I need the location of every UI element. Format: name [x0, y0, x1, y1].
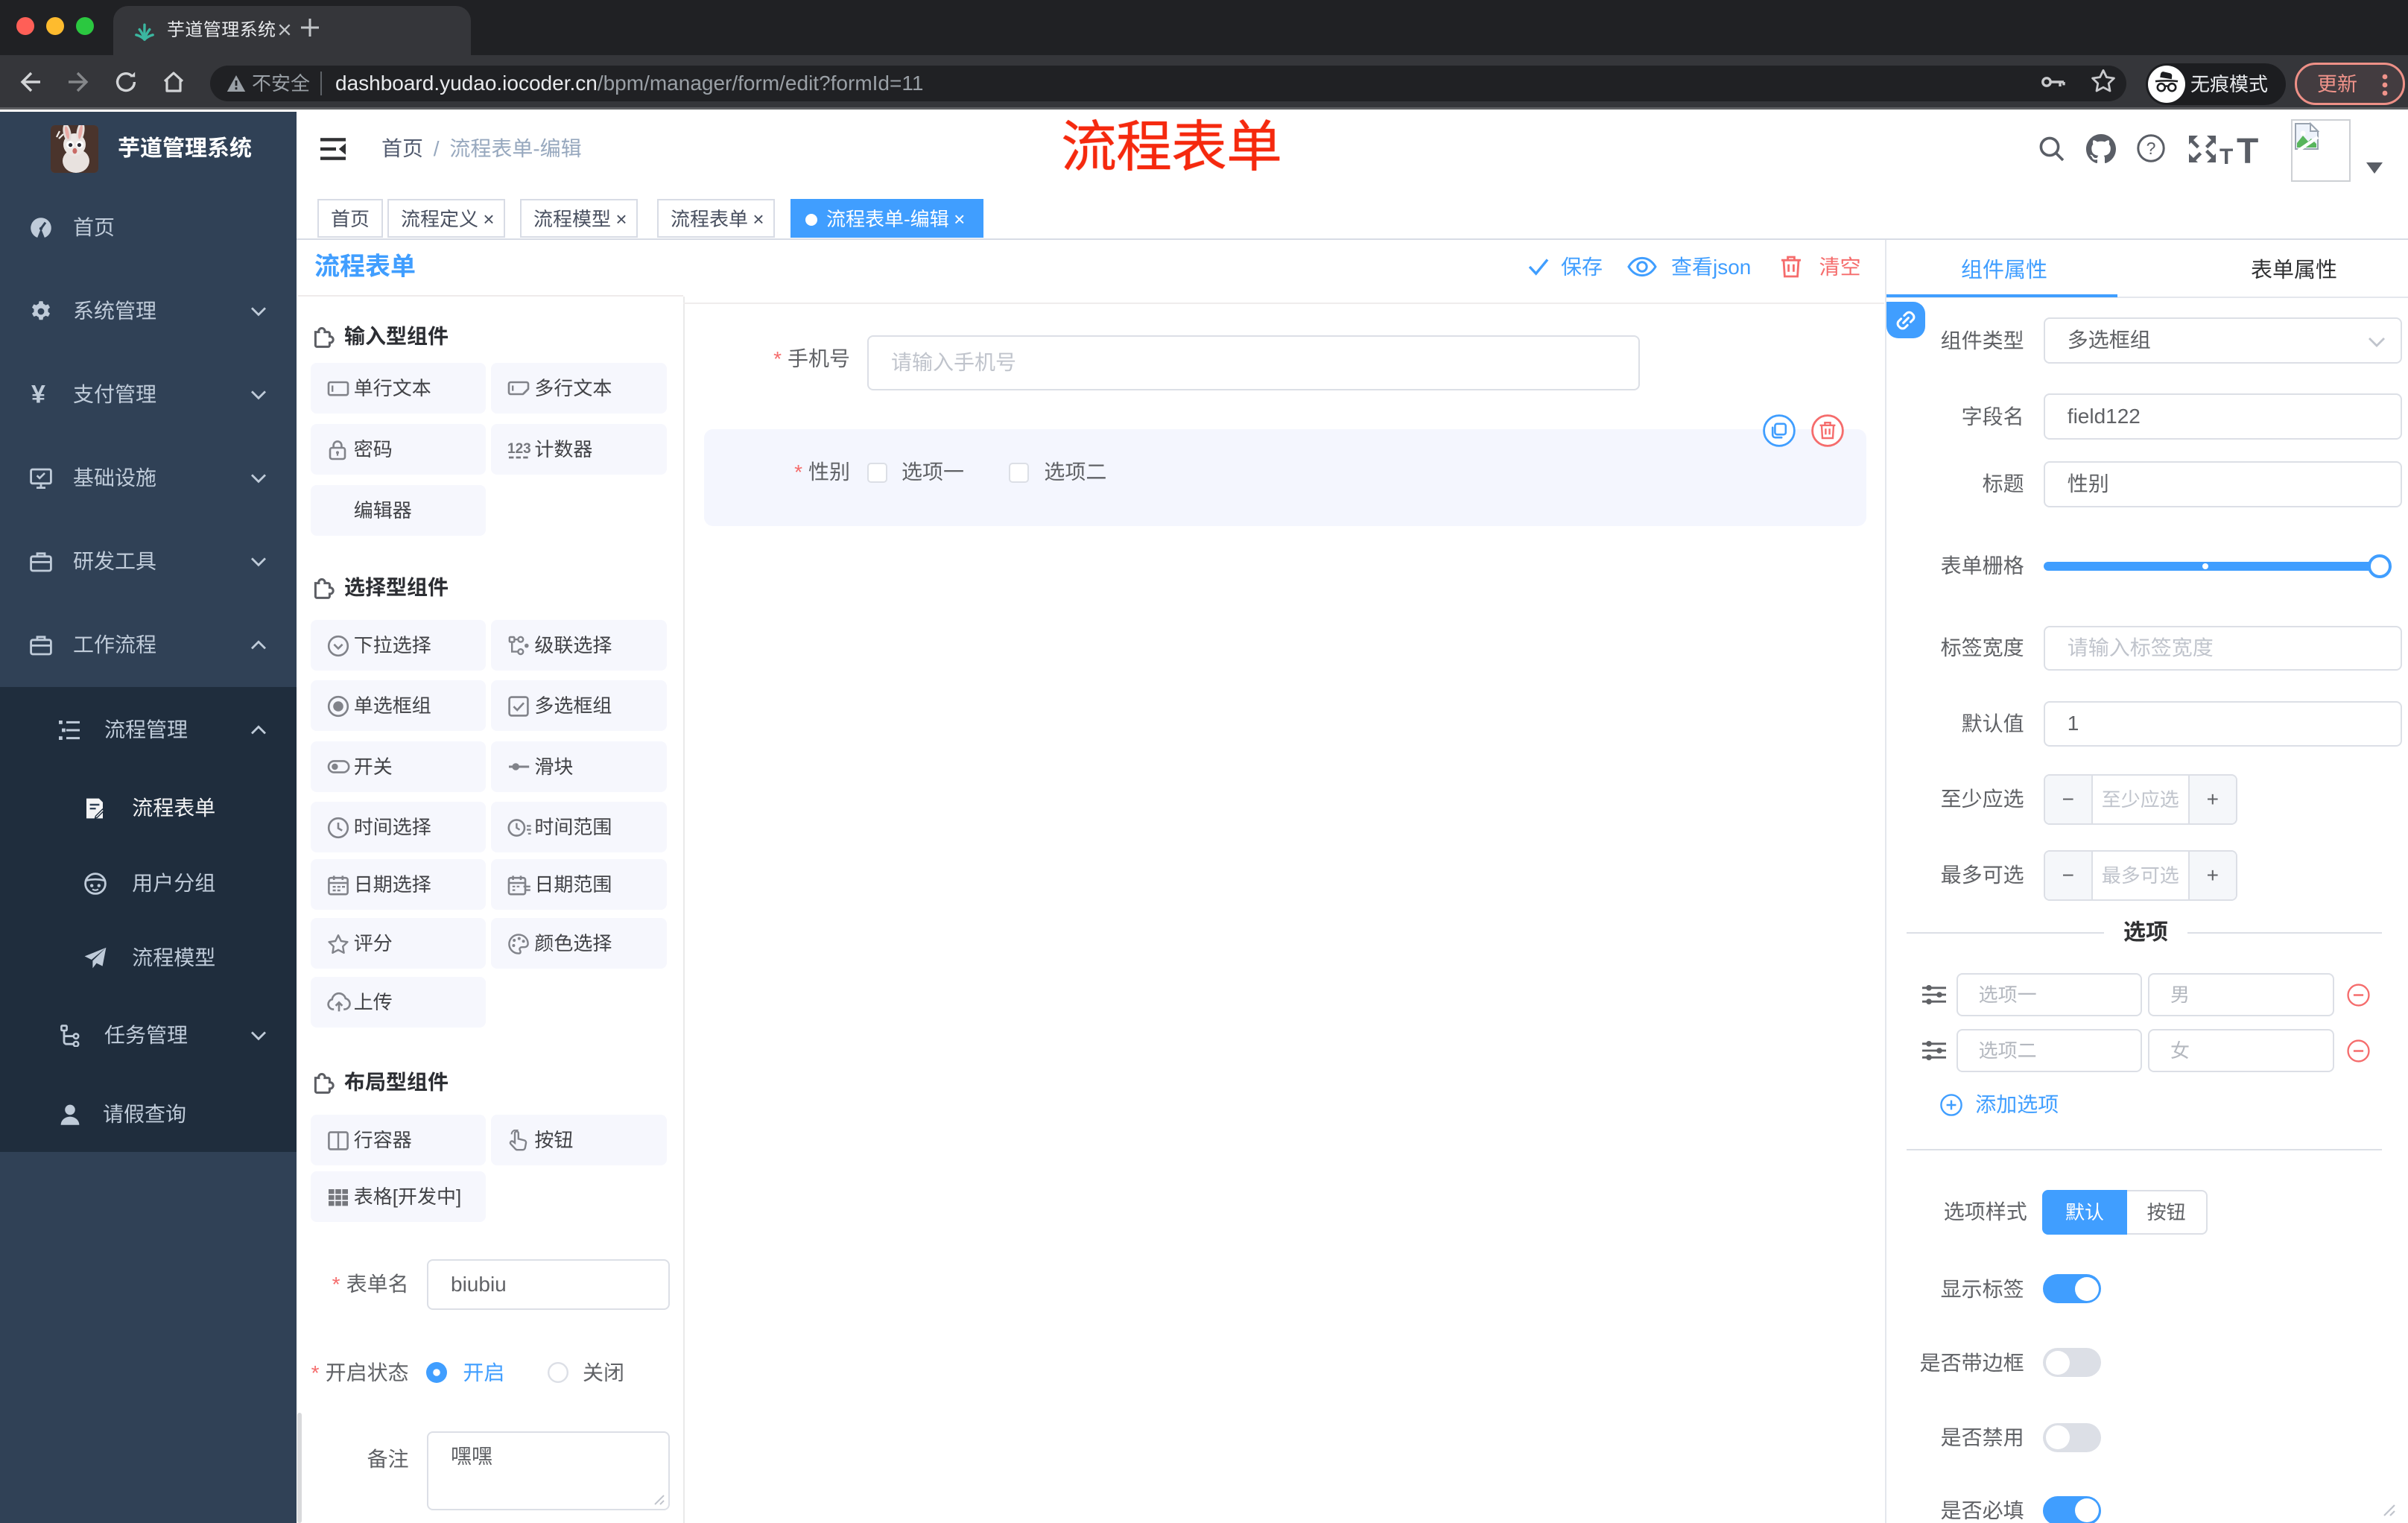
svg-text:123: 123	[507, 441, 531, 457]
svg-text:?: ?	[2146, 139, 2156, 158]
